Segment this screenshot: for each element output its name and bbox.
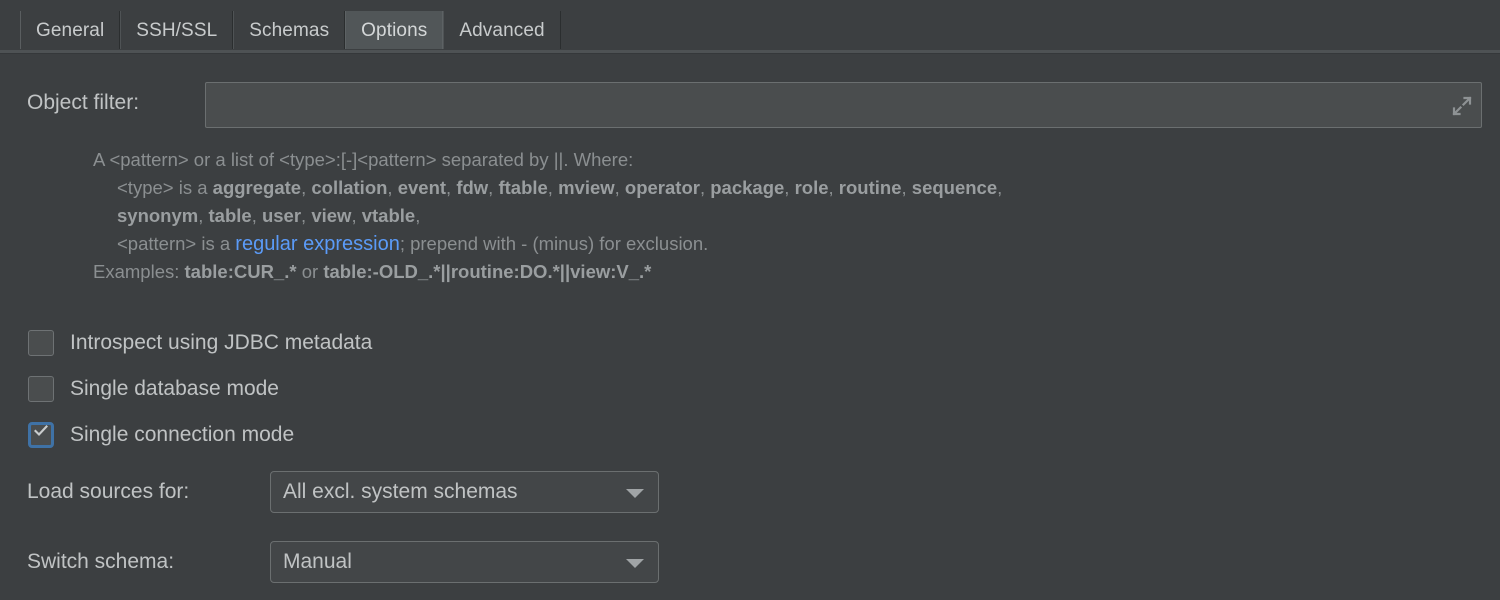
object-filter-field[interactable] bbox=[205, 82, 1482, 128]
help-examples-middle: or bbox=[296, 261, 324, 282]
help-example-1: table:CUR_.* bbox=[184, 261, 297, 282]
checkmark-icon bbox=[34, 424, 48, 438]
help-line-types-2: synonym, table, user, view, vtable, bbox=[117, 205, 421, 226]
help-line-syntax: A <pattern> or a list of <type>:[-]<patt… bbox=[93, 149, 634, 170]
tab-ssh-ssl[interactable]: SSH/SSL bbox=[120, 11, 234, 49]
regular-expression-link[interactable]: regular expression bbox=[235, 233, 400, 255]
type-operator: operator bbox=[624, 177, 700, 198]
introspect-jdbc-checkbox[interactable] bbox=[28, 330, 54, 356]
type-vtable: vtable bbox=[361, 205, 416, 226]
help-examples-prefix: Examples: bbox=[93, 261, 185, 282]
help-pattern-prefix: <pattern> is a bbox=[117, 233, 236, 254]
switch-schema-value: Manual bbox=[283, 550, 352, 573]
tab-general[interactable]: General bbox=[20, 11, 121, 49]
tab-advanced[interactable]: Advanced bbox=[443, 11, 561, 49]
object-filter-help: A <pattern> or a list of <type>:[-]<patt… bbox=[0, 146, 1440, 286]
single-database-mode-checkbox[interactable] bbox=[28, 376, 54, 402]
object-filter-input[interactable] bbox=[216, 94, 1416, 117]
single-database-mode-label: Single database mode bbox=[70, 377, 279, 400]
single-connection-mode-checkbox[interactable] bbox=[28, 422, 54, 448]
type-aggregate: aggregate bbox=[212, 177, 302, 198]
type-synonym: synonym bbox=[117, 205, 199, 226]
load-sources-value: All excl. system schemas bbox=[283, 480, 518, 503]
checkbox-row-introspect-jdbc[interactable]: Introspect using JDBC metadata bbox=[28, 328, 372, 358]
help-example-2: table:-OLD_.*||routine:DO.*||view:V_.* bbox=[323, 261, 652, 282]
tab-strip: General SSH/SSL Schemas Options Advanced bbox=[0, 0, 1500, 50]
type-sequence: sequence bbox=[911, 177, 998, 198]
object-filter-row: Object filter: bbox=[0, 82, 1500, 128]
introspect-jdbc-label: Introspect using JDBC metadata bbox=[70, 331, 373, 354]
type-table: table bbox=[208, 205, 252, 226]
type-fdw: fdw bbox=[456, 177, 489, 198]
type-mview: mview bbox=[558, 177, 615, 198]
single-connection-mode-label: Single connection mode bbox=[70, 423, 295, 446]
help-line-pattern: <pattern> is a regular expression; prepe… bbox=[0, 230, 1440, 258]
checkbox-row-single-connection-mode[interactable]: Single connection mode bbox=[28, 420, 294, 450]
load-sources-dropdown[interactable]: All excl. system schemas bbox=[270, 471, 659, 513]
options-settings-panel: General SSH/SSL Schemas Options Advanced… bbox=[0, 0, 1500, 600]
type-user: user bbox=[261, 205, 302, 226]
help-line-examples: Examples: table:CUR_.* or table:-OLD_.*|… bbox=[0, 258, 1440, 286]
switch-schema-dropdown[interactable]: Manual bbox=[270, 541, 659, 583]
type-event: event bbox=[397, 177, 447, 198]
tab-schemas[interactable]: Schemas bbox=[233, 11, 346, 49]
load-sources-label: Load sources for: bbox=[27, 480, 190, 503]
checkbox-row-single-database-mode[interactable]: Single database mode bbox=[28, 374, 279, 404]
chevron-down-icon[interactable] bbox=[626, 559, 644, 568]
type-routine: routine bbox=[838, 177, 902, 198]
help-types-prefix: <type> is a bbox=[117, 177, 213, 198]
type-view: view bbox=[311, 205, 352, 226]
type-role: role bbox=[794, 177, 829, 198]
help-line-types-1: <type> is a aggregate, collation, event,… bbox=[117, 177, 1003, 198]
tab-list: General SSH/SSL Schemas Options Advanced bbox=[20, 11, 561, 49]
object-filter-label: Object filter: bbox=[27, 91, 140, 114]
expand-arrows-icon[interactable] bbox=[1451, 95, 1473, 117]
chevron-down-icon[interactable] bbox=[626, 489, 644, 498]
type-ftable: ftable bbox=[498, 177, 548, 198]
help-pattern-suffix: ; prepend with - (minus) for exclusion. bbox=[399, 233, 709, 254]
tab-strip-divider-shadow bbox=[0, 53, 1500, 54]
switch-schema-label: Switch schema: bbox=[27, 550, 175, 573]
tab-options[interactable]: Options bbox=[345, 11, 444, 49]
type-collation: collation bbox=[311, 177, 388, 198]
type-package: package bbox=[710, 177, 785, 198]
